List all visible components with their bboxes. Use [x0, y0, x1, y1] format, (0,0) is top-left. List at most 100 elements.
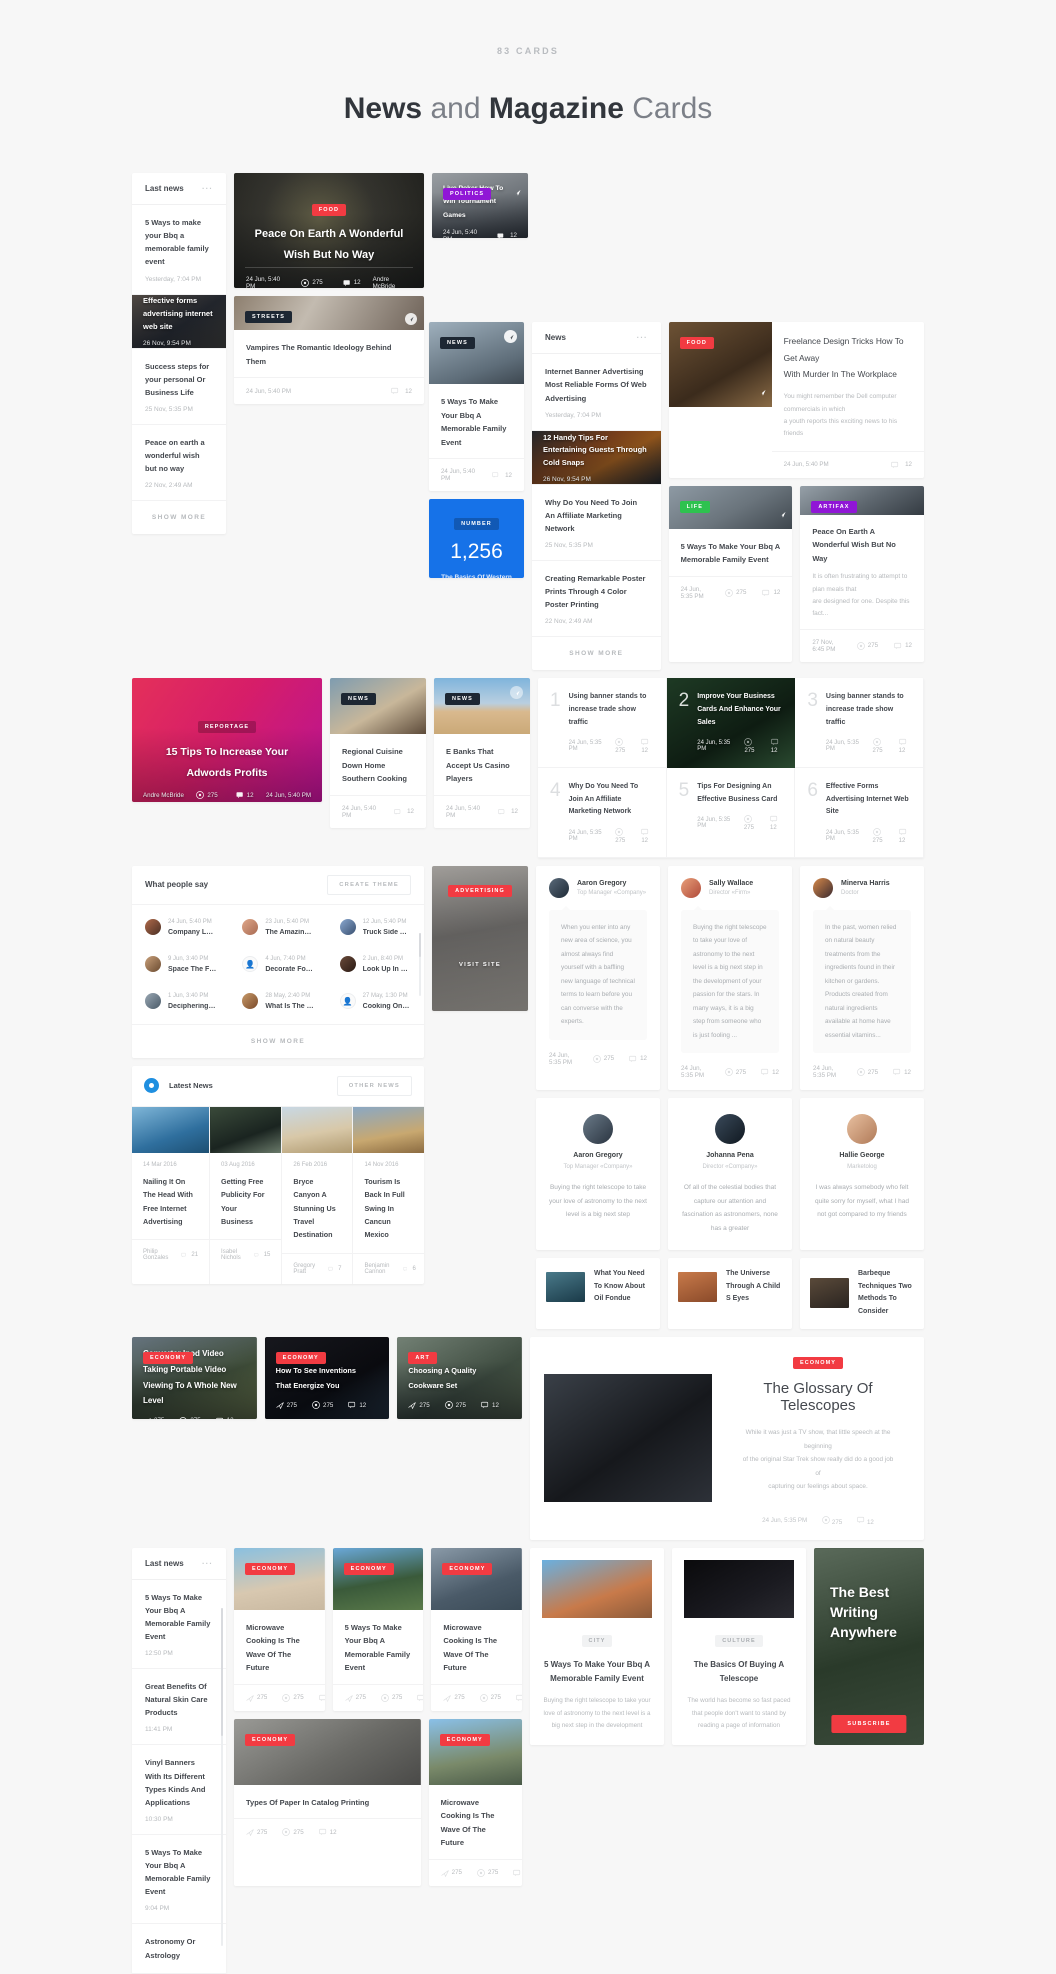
- economy-card[interactable]: ECONOMY Microwave Cooking Is The Wave Of…: [234, 1547, 325, 1711]
- list-item[interactable]: Great Benefits Of Natural Skin Care Prod…: [132, 1669, 226, 1746]
- economy-card[interactable]: ECONOMY Types Of Paper In Catalog Printi…: [234, 1718, 421, 1886]
- subscribe-button[interactable]: SUBSCRIBE: [831, 1714, 907, 1733]
- list-item[interactable]: Creating Remarkable Poster Prints Throug…: [532, 561, 661, 636]
- artifax-peace-card[interactable]: ARTIFAX Peace On Earth A Wonderful Wish …: [800, 485, 924, 662]
- numbered-cell[interactable]: 3 Using banner stands to increase trade …: [795, 678, 924, 769]
- list-item[interactable]: Vinyl Banners With Its Different Types K…: [132, 1745, 226, 1835]
- share-icon[interactable]: [514, 183, 521, 201]
- economy-title-2: That Energize You: [275, 1380, 340, 1390]
- ebanks-card[interactable]: NEWS E Banks That Accept Us Casino Playe…: [434, 678, 530, 828]
- profile-card[interactable]: Aaron Gregory Top Manager «Company» Buyi…: [536, 1098, 660, 1250]
- share-icon[interactable]: [408, 1401, 417, 1410]
- create-theme-button[interactable]: CREATE THEME: [327, 874, 411, 895]
- glossary-card[interactable]: ECONOMY The Glossary Of Telescopes While…: [530, 1337, 924, 1540]
- quote-card[interactable]: Minerva Harris Doctor In the past, women…: [800, 865, 924, 1091]
- quote-card[interactable]: Sally Wallace Director «Firm» Buying the…: [668, 865, 792, 1091]
- numbered-cell[interactable]: 5 Tips For Designing An Effective Busine…: [666, 768, 796, 858]
- share-icon[interactable]: [143, 1417, 151, 1420]
- freelance-card[interactable]: FOOD Freelance Design Tricks How To Get …: [668, 322, 924, 478]
- person-cell[interactable]: 28 May, 2:40 PM What Is The Big R For...: [229, 983, 326, 1020]
- quote-card[interactable]: Aaron Gregory Top Manager «Company» When…: [536, 865, 660, 1091]
- poker-card[interactable]: POLITICS Live Poker How To Win Tournamen…: [432, 173, 528, 238]
- list-item[interactable]: Internet Banner Advertising Most Reliabl…: [532, 354, 661, 431]
- bottom-card[interactable]: CITY 5 Ways To Make Your Bbq A Memorable…: [530, 1547, 664, 1745]
- person-cell[interactable]: 24 Jun, 5:40 PM Company Logo Design?: [132, 909, 229, 946]
- more-options-icon[interactable]: ···: [202, 184, 213, 193]
- numbered-cell[interactable]: 1 Using banner stands to increase trade …: [538, 678, 667, 769]
- economy-photo-card[interactable]: ECONOMY How To See Inventions That Energ…: [264, 1337, 390, 1420]
- profile-card[interactable]: Hallie George Marketolog I was always so…: [800, 1098, 924, 1250]
- latest-news-cell[interactable]: 26 Feb 2016 Bryce Canyon A Stunning Us T…: [282, 1106, 354, 1284]
- scrollbar[interactable]: [419, 932, 421, 996]
- economy-card[interactable]: ECONOMY Microwave Cooking Is The Wave Of…: [428, 1718, 522, 1886]
- article-footer: Philip Gonzales 21: [132, 1239, 210, 1270]
- share-icon[interactable]: [275, 1401, 284, 1410]
- list-item[interactable]: 5 Ways To Make Your Bbq A Memorable Fami…: [132, 1835, 226, 1925]
- visit-site-link[interactable]: VISIT SITE: [459, 962, 501, 968]
- person-cell[interactable]: 4 Jun, 7:40 PM Decorate For Less With...: [229, 946, 326, 983]
- list-item[interactable]: Success steps for your personal Or Busin…: [132, 349, 226, 425]
- latest-news-cell[interactable]: 14 Nov 2016 Tourism Is Back In Full Swin…: [353, 1106, 424, 1284]
- show-more-button[interactable]: SHOW MORE: [532, 636, 661, 670]
- advertising-card[interactable]: ADVERTISING VISIT SITE: [432, 865, 528, 1011]
- more-options-icon[interactable]: ···: [202, 1559, 213, 1568]
- comments-count: 6: [412, 1265, 416, 1272]
- subscribe-card[interactable]: The Best Writing Anywhere SUBSCRIBE: [814, 1547, 924, 1745]
- profile-card[interactable]: Johanna Pena Director «Company» Of all o…: [668, 1098, 792, 1250]
- share-icon[interactable]: [759, 383, 766, 401]
- person-cell[interactable]: 2 Jun, 8:40 PM Look Up In The Sky: [327, 946, 424, 983]
- share-icon[interactable]: [504, 330, 517, 344]
- share-icon[interactable]: [344, 1694, 353, 1702]
- number-card[interactable]: NUMBER 1,256 The Basics Of Western Astro…: [428, 499, 524, 579]
- share-icon[interactable]: [510, 686, 523, 700]
- people-say-card[interactable]: What people say CREATE THEME 24 Jun, 5:4…: [132, 865, 424, 1058]
- latest-news-cell[interactable]: 03 Aug 2016 Getting Free Publicity For Y…: [210, 1106, 283, 1284]
- list-item[interactable]: 5 Ways to make your Bbq a memorable fami…: [132, 205, 226, 295]
- numbered-list-card[interactable]: 1 Using banner stands to increase trade …: [538, 678, 924, 858]
- person-cell[interactable]: 27 May, 1:30 PM Cooking On A George ...: [327, 983, 424, 1020]
- list-item[interactable]: Why Do You Need To Join An Affiliate Mar…: [532, 485, 661, 561]
- more-options-icon[interactable]: ···: [637, 333, 648, 342]
- economy-photo-card[interactable]: ECONOMY Converter Ipod Video Taking Port…: [132, 1337, 257, 1420]
- list-item[interactable]: Effective forms advertising internet web…: [132, 294, 226, 349]
- vampires-card[interactable]: STREETS Vampires The Romantic Ideology B…: [234, 296, 424, 404]
- share-icon[interactable]: [246, 1828, 254, 1837]
- numbered-cell[interactable]: 2 Improve Your Business Cards And Enhanc…: [666, 678, 796, 769]
- bottom-card[interactable]: CULTURE The Basics Of Buying A Telescope…: [672, 1547, 806, 1745]
- list-item[interactable]: 5 Ways To Make Your Bbq A Memorable Fami…: [132, 1580, 226, 1670]
- show-more-button[interactable]: SHOW MORE: [132, 500, 226, 534]
- numbered-cell[interactable]: 4 Why Do You Need To Join An Affiliate M…: [538, 768, 667, 858]
- list-item[interactable]: Astronomy Or Astrology: [132, 1924, 226, 1974]
- economy-card[interactable]: ECONOMY Microwave Cooking Is The Wave Of…: [431, 1547, 523, 1711]
- person-cell[interactable]: 12 Jun, 5:40 PM Truck Side Advertising I…: [327, 909, 424, 946]
- regional-card[interactable]: NEWS Regional Cuisine Down Home Southern…: [330, 678, 426, 828]
- latest-news-card[interactable]: Latest News OTHER NEWS 14 Mar 2016 Naili…: [132, 1065, 424, 1284]
- list-item[interactable]: 12 Handy Tips For Entertaining Guests Th…: [532, 430, 661, 485]
- last-news-card-1[interactable]: Last news ··· 5 Ways to make your Bbq a …: [132, 173, 226, 535]
- share-icon[interactable]: [779, 505, 786, 523]
- thumb-card[interactable]: The Universe Through A Child S Eyes: [668, 1257, 792, 1330]
- news-list-card[interactable]: News ··· Internet Banner Advertising Mos…: [532, 322, 661, 671]
- other-news-button[interactable]: OTHER NEWS: [336, 1075, 412, 1096]
- share-icon[interactable]: [405, 313, 417, 325]
- life-bbq-card[interactable]: LIFE 5 Ways To Make Your Bbq A Memorable…: [668, 485, 793, 662]
- numbered-cell[interactable]: 6 Effective Forms Advertising Internet W…: [795, 768, 924, 858]
- latest-news-cell[interactable]: 14 Mar 2016 Nailing It On The Head With …: [132, 1106, 211, 1284]
- thumb-card[interactable]: What You Need To Know About Oil Fondue: [536, 1257, 660, 1330]
- person-cell[interactable]: 1 Jun, 3:40 PM Deciphering Marketing ...: [132, 983, 229, 1020]
- scrollbar[interactable]: [221, 1607, 223, 1946]
- person-cell[interactable]: 9 Jun, 3:40 PM Space The Final Frontier: [132, 946, 229, 983]
- adwords-card[interactable]: REPORTAGE 15 Tips To Increase Your Adwor…: [132, 678, 322, 803]
- last-news-card-2[interactable]: Last news ··· 5 Ways To Make Your Bbq A …: [132, 1547, 226, 1974]
- list-item[interactable]: Peace on earth a wonderful wish but no w…: [132, 425, 226, 500]
- thumb-card[interactable]: Barbeque Techniques Two Methods To Consi…: [800, 1257, 924, 1330]
- hero-food-card[interactable]: FOOD Peace On Earth A Wonderful Wish But…: [234, 173, 424, 288]
- share-icon[interactable]: [246, 1694, 254, 1702]
- share-icon[interactable]: [440, 1869, 449, 1877]
- bbq-news-card[interactable]: NEWS 5 Ways To Make Your Bbq A Memorable…: [428, 322, 524, 492]
- share-icon[interactable]: [443, 1694, 452, 1702]
- economy-card[interactable]: ECONOMY 5 Ways To Make Your Bbq A Memora…: [332, 1547, 424, 1711]
- economy-photo-card[interactable]: ART Choosing A Quality Cookware Set 275 …: [397, 1337, 523, 1420]
- person-cell[interactable]: 23 Jun, 5:40 PM The Amazing Hubble: [229, 909, 326, 946]
- show-more-button[interactable]: SHOW MORE: [132, 1023, 424, 1058]
